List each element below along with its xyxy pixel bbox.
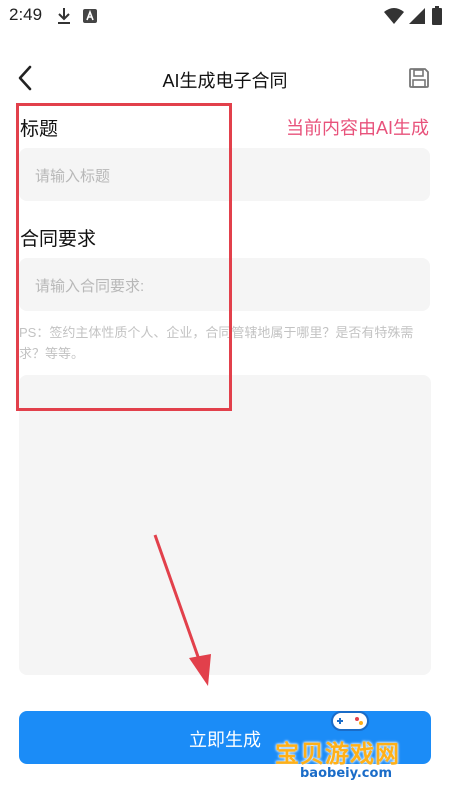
generated-content-area[interactable] <box>19 375 431 675</box>
requirements-hint: PS：签约主体性质个人、企业，合同管辖地属于哪里？是否有特殊需求？等等。 <box>19 325 414 361</box>
watermark-domain: baobeiy.com <box>292 766 400 781</box>
gamepad-icon <box>331 711 369 731</box>
wifi-icon <box>384 7 404 29</box>
requirements-input[interactable]: 请输入合同要求: <box>19 258 430 311</box>
save-icon[interactable] <box>408 67 430 89</box>
page-title: AI生成电子合同 <box>162 71 288 91</box>
title-input-placeholder: 请输入标题 <box>35 168 111 185</box>
status-time: 2:49 <box>9 5 43 24</box>
battery-icon <box>432 6 442 29</box>
status-bar: 2:49 <box>0 0 450 32</box>
requirements-input-placeholder: 请输入合同要求: <box>35 278 145 295</box>
a-box-icon <box>82 8 98 28</box>
title-input[interactable]: 请输入标题 <box>19 148 430 201</box>
requirements-label: 合同要求 <box>20 229 97 250</box>
signal-icon <box>408 7 426 29</box>
watermark-text: 宝贝游戏网 <box>275 740 400 768</box>
header-bar: AI生成电子合同 <box>0 52 450 104</box>
ai-generated-note: 当前内容由AI生成 <box>285 118 429 138</box>
watermark-logo: 宝贝游戏网 baobeiy.com <box>270 702 435 792</box>
download-icon <box>56 6 72 30</box>
title-label: 标题 <box>20 119 59 140</box>
